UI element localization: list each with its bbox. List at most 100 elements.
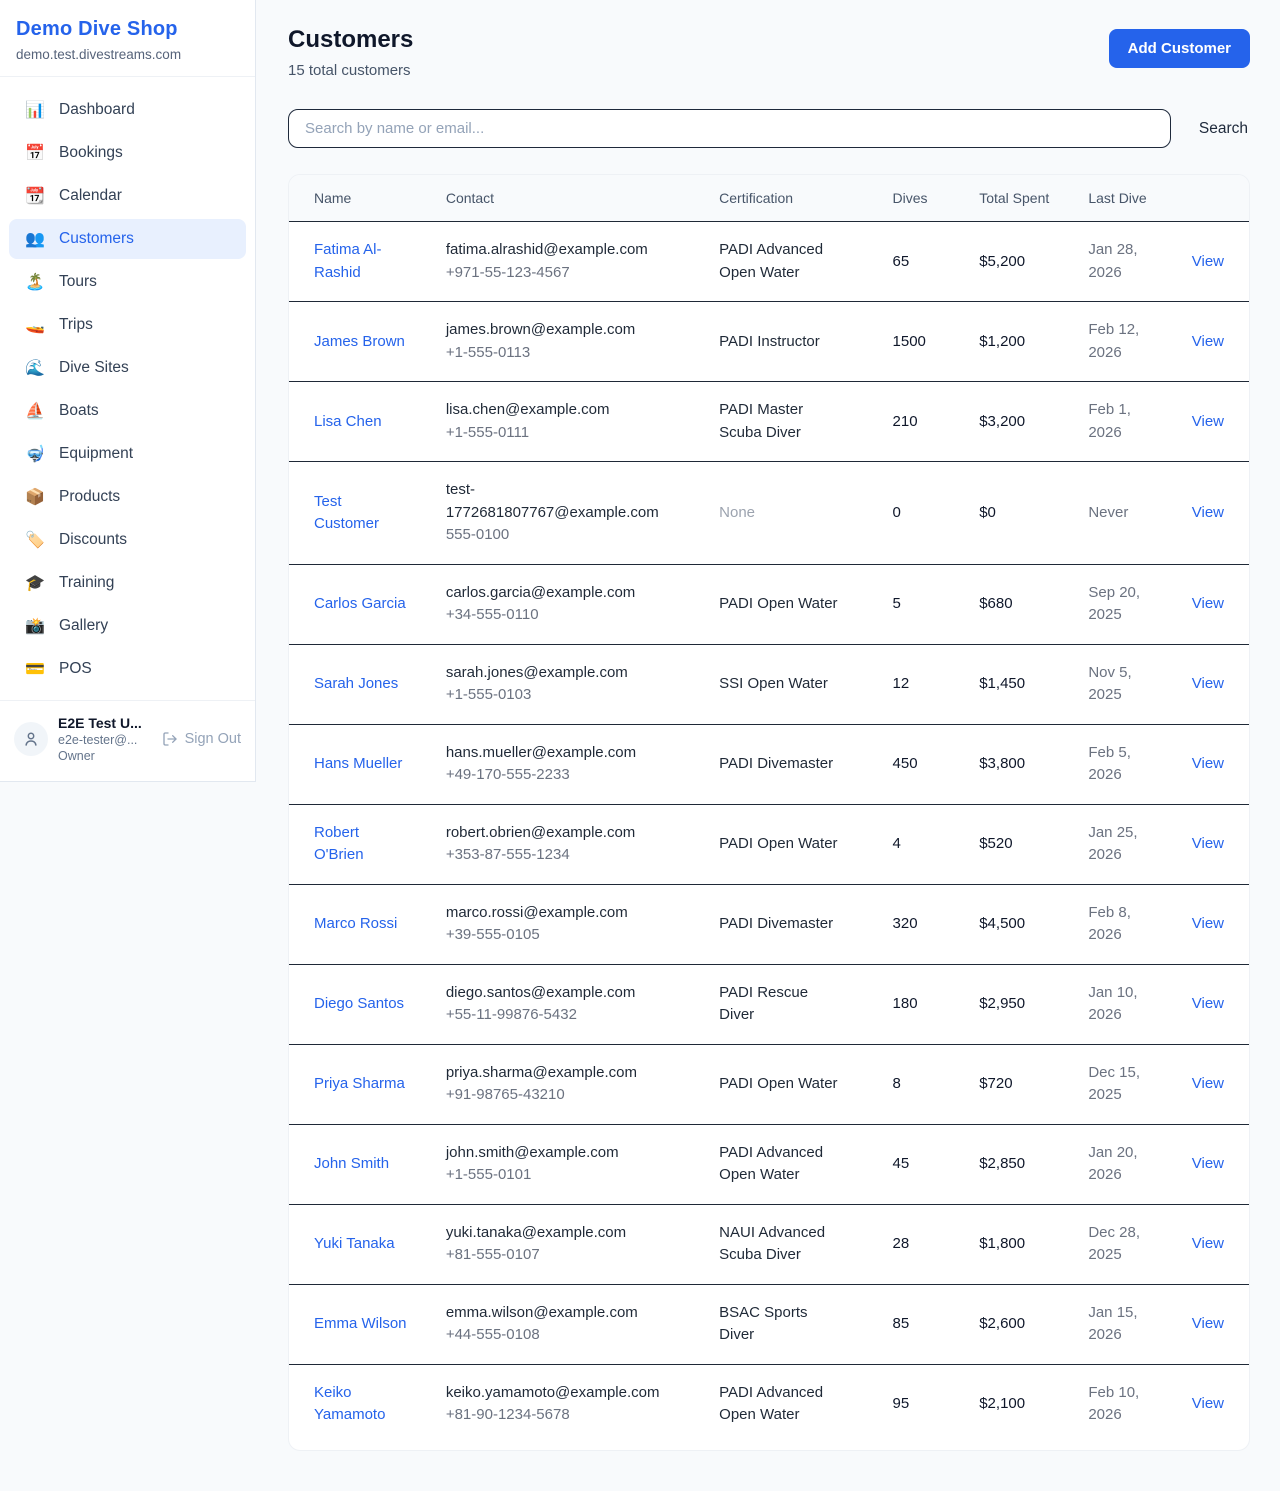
customer-name-link[interactable]: Sarah Jones: [314, 673, 398, 696]
dives-count: 0: [893, 504, 901, 521]
sidebar-item-dashboard[interactable]: 📊 Dashboard: [9, 90, 246, 130]
search-button[interactable]: Search: [1197, 116, 1250, 142]
total-spent: $3,200: [979, 413, 1025, 430]
user-role: Owner: [58, 749, 152, 763]
discounts-tag-icon: 🏷️: [24, 530, 46, 550]
view-link[interactable]: View: [1192, 333, 1224, 350]
view-link[interactable]: View: [1192, 595, 1224, 612]
sidebar-item-tours[interactable]: 🏝️ Tours: [9, 262, 246, 302]
customer-email: keiko.yamamoto@example.com: [446, 1382, 664, 1405]
customer-email: james.brown@example.com: [446, 319, 664, 342]
column-header: Dives: [881, 175, 968, 222]
view-link[interactable]: View: [1192, 995, 1224, 1012]
customer-name-link[interactable]: Diego Santos: [314, 993, 404, 1016]
certification: None: [719, 502, 755, 525]
last-dive-date: Never: [1088, 502, 1128, 525]
trips-speedboat-icon: 🚤: [24, 315, 46, 335]
calendar-icon: 📆: [24, 186, 46, 206]
certification: PADI Open Water: [719, 593, 837, 616]
sidebar-item-label: Bookings: [59, 144, 123, 162]
customer-name-link[interactable]: Test Customer: [314, 491, 410, 536]
customer-email: sarah.jones@example.com: [446, 662, 664, 685]
sidebar-item-pos[interactable]: 💳 POS: [9, 649, 246, 689]
dives-count: 45: [893, 1155, 910, 1172]
customer-name-link[interactable]: Lisa Chen: [314, 411, 382, 434]
dives-count: 4: [893, 835, 901, 852]
sidebar-item-calendar[interactable]: 📆 Calendar: [9, 176, 246, 216]
sidebar-item-label: Tours: [59, 273, 97, 291]
certification: PADI Advanced Open Water: [719, 1142, 839, 1187]
shop-name: Demo Dive Shop: [16, 18, 239, 41]
last-dive-date: Dec 28, 2025: [1088, 1222, 1152, 1267]
certification: BSAC Sports Diver: [719, 1302, 839, 1347]
sign-out-button[interactable]: Sign Out: [162, 731, 241, 747]
customer-name-link[interactable]: Emma Wilson: [314, 1313, 407, 1336]
view-link[interactable]: View: [1192, 835, 1224, 852]
dives-count: 8: [893, 1075, 901, 1092]
view-link[interactable]: View: [1192, 413, 1224, 430]
customer-name-link[interactable]: Priya Sharma: [314, 1073, 405, 1096]
customer-email: yuki.tanaka@example.com: [446, 1222, 664, 1245]
total-spent: $4,500: [979, 915, 1025, 932]
customer-phone: +81-90-1234-5678: [446, 1404, 695, 1427]
sidebar-item-trips[interactable]: 🚤 Trips: [9, 305, 246, 345]
sidebar-item-equipment[interactable]: 🤿 Equipment: [9, 434, 246, 474]
customer-name-link[interactable]: James Brown: [314, 331, 405, 354]
view-link[interactable]: View: [1192, 1075, 1224, 1092]
customer-email: test-1772681807767@example.com: [446, 479, 664, 524]
view-link[interactable]: View: [1192, 915, 1224, 932]
customer-name-link[interactable]: Fatima Al-Rashid: [314, 239, 410, 284]
page-title: Customers: [288, 26, 413, 54]
customer-email: hans.mueller@example.com: [446, 742, 664, 765]
view-link[interactable]: View: [1192, 755, 1224, 772]
sidebar-item-products[interactable]: 📦 Products: [9, 477, 246, 517]
sidebar-item-label: Trips: [59, 316, 93, 334]
total-spent: $1,800: [979, 1235, 1025, 1252]
view-link[interactable]: View: [1192, 1395, 1224, 1412]
sidebar-item-dive-sites[interactable]: 🌊 Dive Sites: [9, 348, 246, 388]
brand-block: Demo Dive Shop demo.test.divestreams.com: [0, 0, 255, 77]
equipment-mask-icon: 🤿: [24, 444, 46, 464]
add-customer-button[interactable]: Add Customer: [1109, 29, 1250, 68]
total-spent: $680: [979, 595, 1012, 612]
dives-count: 1500: [893, 333, 926, 350]
customer-name-link[interactable]: Robert O'Brien: [314, 822, 410, 867]
sidebar-item-discounts[interactable]: 🏷️ Discounts: [9, 520, 246, 560]
customers-people-icon: 👥: [24, 229, 46, 249]
customer-name-link[interactable]: John Smith: [314, 1153, 389, 1176]
column-header: Certification: [707, 175, 880, 222]
customer-name-link[interactable]: Carlos Garcia: [314, 593, 406, 616]
sidebar-item-boats[interactable]: ⛵ Boats: [9, 391, 246, 431]
view-link[interactable]: View: [1192, 504, 1224, 521]
customer-name-link[interactable]: Keiko Yamamoto: [314, 1382, 410, 1427]
customer-email: priya.sharma@example.com: [446, 1062, 664, 1085]
customer-phone: +34-555-0110: [446, 604, 695, 627]
table-row: Carlos Garcia carlos.garcia@example.com …: [289, 564, 1249, 644]
sidebar-item-label: Discounts: [59, 531, 127, 549]
customer-name-link[interactable]: Hans Mueller: [314, 753, 402, 776]
dives-count: 5: [893, 595, 901, 612]
customer-name-link[interactable]: Yuki Tanaka: [314, 1233, 395, 1256]
customer-email: emma.wilson@example.com: [446, 1302, 664, 1325]
sidebar-item-gallery[interactable]: 📸 Gallery: [9, 606, 246, 646]
view-link[interactable]: View: [1192, 1155, 1224, 1172]
customer-name-link[interactable]: Marco Rossi: [314, 913, 397, 936]
customer-email: fatima.alrashid@example.com: [446, 239, 664, 262]
sidebar-item-label: Dashboard: [59, 101, 135, 119]
customer-email: lisa.chen@example.com: [446, 399, 664, 422]
sidebar-item-label: POS: [59, 660, 92, 678]
page-header: Customers 15 total customers Add Custome…: [288, 26, 1250, 79]
view-link[interactable]: View: [1192, 1235, 1224, 1252]
search-input[interactable]: [288, 109, 1171, 148]
last-dive-date: Feb 10, 2026: [1088, 1382, 1152, 1427]
sidebar-item-bookings[interactable]: 📅 Bookings: [9, 133, 246, 173]
customer-phone: +81-555-0107: [446, 1244, 695, 1267]
view-link[interactable]: View: [1192, 1315, 1224, 1332]
sidebar-item-customers[interactable]: 👥 Customers: [9, 219, 246, 259]
table-row: Fatima Al-Rashid fatima.alrashid@example…: [289, 222, 1249, 302]
main-content: Customers 15 total customers Add Custome…: [256, 0, 1280, 1491]
view-link[interactable]: View: [1192, 253, 1224, 270]
sidebar-item-training[interactable]: 🎓 Training: [9, 563, 246, 603]
view-link[interactable]: View: [1192, 675, 1224, 692]
customer-email: diego.santos@example.com: [446, 982, 664, 1005]
